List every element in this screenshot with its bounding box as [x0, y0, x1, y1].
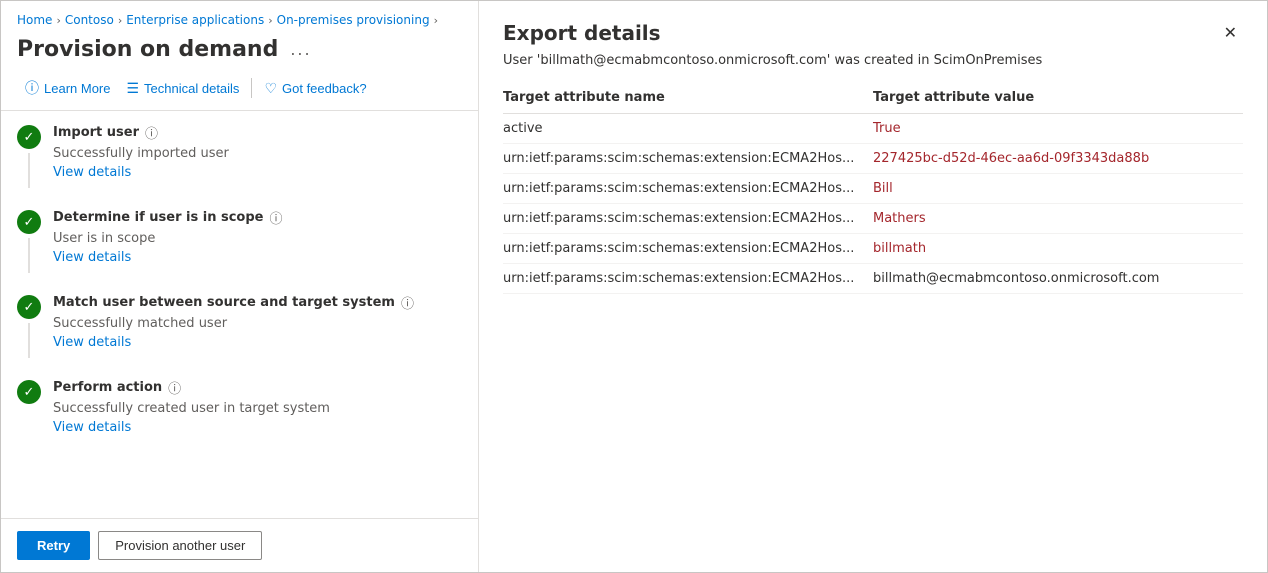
- step-info-icon-4[interactable]: ⓘ: [168, 378, 181, 397]
- step-title-2: Determine if user is in scope: [53, 210, 264, 225]
- step-line-1: [28, 153, 30, 188]
- view-details-link-2[interactable]: View details: [53, 250, 131, 265]
- step-desc-4: Successfully created user in target syst…: [53, 401, 462, 416]
- table-row: urn:ietf:params:scim:schemas:extension:E…: [503, 264, 1243, 294]
- list-icon: ☰: [126, 80, 139, 97]
- step-title-row-2: Determine if user is in scope ⓘ: [53, 208, 462, 227]
- step-info-icon-3[interactable]: ⓘ: [401, 293, 414, 312]
- table-header-row: Target attribute name Target attribute v…: [503, 84, 1243, 114]
- step-import-user: ✓ Import user ⓘ Successfully imported us…: [17, 123, 462, 188]
- step-desc-3: Successfully matched user: [53, 316, 462, 331]
- breadcrumb-sep-2: ›: [118, 14, 122, 27]
- content-area: Home › Contoso › Enterprise applications…: [1, 1, 1267, 572]
- col-header-attr-value: Target attribute value: [873, 84, 1243, 114]
- col-header-attr-name: Target attribute name: [503, 84, 873, 114]
- attr-value-cell: 227425bc-d52d-46ec-aa6d-09f3343da88b: [873, 144, 1243, 174]
- toolbar: ⓘ Learn More ☰ Technical details ♡ Got f…: [1, 70, 478, 111]
- page-title: Provision on demand: [17, 37, 278, 62]
- step-icon-col-4: ✓: [17, 378, 41, 443]
- step-content-2: Determine if user is in scope ⓘ User is …: [53, 208, 462, 273]
- export-subtitle: User 'billmath@ecmabmcontoso.onmicrosoft…: [503, 53, 1243, 68]
- step-title-3: Match user between source and target sys…: [53, 295, 395, 310]
- attr-value-cell: True: [873, 114, 1243, 144]
- step-title-4: Perform action: [53, 380, 162, 395]
- technical-details-button[interactable]: ☰ Technical details: [118, 76, 247, 101]
- attr-name-cell: urn:ietf:params:scim:schemas:extension:E…: [503, 264, 873, 294]
- close-button[interactable]: ✕: [1218, 21, 1243, 45]
- step-desc-2: User is in scope: [53, 231, 462, 246]
- provision-another-button[interactable]: Provision another user: [98, 531, 262, 560]
- step-line-2: [28, 238, 30, 273]
- step-content-4: Perform action ⓘ Successfully created us…: [53, 378, 462, 443]
- table-row: urn:ietf:params:scim:schemas:extension:E…: [503, 204, 1243, 234]
- learn-more-button[interactable]: ⓘ Learn More: [17, 74, 118, 102]
- attr-value-cell: Bill: [873, 174, 1243, 204]
- step-content-1: Import user ⓘ Successfully imported user…: [53, 123, 462, 188]
- step-info-icon-1[interactable]: ⓘ: [145, 123, 158, 142]
- step-title-row-4: Perform action ⓘ: [53, 378, 462, 397]
- breadcrumb: Home › Contoso › Enterprise applications…: [1, 1, 478, 33]
- step-match: ✓ Match user between source and target s…: [17, 293, 462, 358]
- attr-value-cell: billmath: [873, 234, 1243, 264]
- step-check-2: ✓: [17, 210, 41, 234]
- breadcrumb-sep-3: ›: [268, 14, 272, 27]
- left-panel: Home › Contoso › Enterprise applications…: [1, 1, 479, 572]
- attr-value-cell: Mathers: [873, 204, 1243, 234]
- attribute-table: Target attribute name Target attribute v…: [503, 84, 1243, 294]
- got-feedback-button[interactable]: ♡ Got feedback?: [256, 76, 374, 101]
- got-feedback-label: Got feedback?: [282, 81, 367, 96]
- ellipsis-button[interactable]: ...: [286, 38, 315, 61]
- page-title-row: Provision on demand ...: [1, 33, 478, 70]
- table-row: urn:ietf:params:scim:schemas:extension:E…: [503, 144, 1243, 174]
- step-check-3: ✓: [17, 295, 41, 319]
- step-action: ✓ Perform action ⓘ Successfully created …: [17, 378, 462, 443]
- step-icon-col-1: ✓: [17, 123, 41, 188]
- step-title-row-3: Match user between source and target sys…: [53, 293, 462, 312]
- view-details-link-1[interactable]: View details: [53, 165, 131, 180]
- breadcrumb-sep-4: ›: [434, 14, 438, 27]
- step-check-4: ✓: [17, 380, 41, 404]
- breadcrumb-current: On-premises provisioning: [277, 13, 430, 27]
- table-row: urn:ietf:params:scim:schemas:extension:E…: [503, 174, 1243, 204]
- breadcrumb-home[interactable]: Home: [17, 13, 52, 27]
- attr-name-cell: urn:ietf:params:scim:schemas:extension:E…: [503, 234, 873, 264]
- steps-area: ✓ Import user ⓘ Successfully imported us…: [1, 111, 478, 518]
- step-scope: ✓ Determine if user is in scope ⓘ User i…: [17, 208, 462, 273]
- view-details-link-4[interactable]: View details: [53, 420, 131, 435]
- attr-name-cell: active: [503, 114, 873, 144]
- export-title: Export details: [503, 21, 661, 45]
- view-details-link-3[interactable]: View details: [53, 335, 131, 350]
- right-panel: Export details ✕ User 'billmath@ecmabmco…: [479, 1, 1267, 572]
- step-icon-col-2: ✓: [17, 208, 41, 273]
- attr-name-cell: urn:ietf:params:scim:schemas:extension:E…: [503, 204, 873, 234]
- breadcrumb-sep-1: ›: [56, 14, 60, 27]
- table-row: urn:ietf:params:scim:schemas:extension:E…: [503, 234, 1243, 264]
- retry-button[interactable]: Retry: [17, 531, 90, 560]
- step-check-1: ✓: [17, 125, 41, 149]
- step-desc-1: Successfully imported user: [53, 146, 462, 161]
- breadcrumb-enterprise-apps[interactable]: Enterprise applications: [126, 13, 264, 27]
- step-line-3: [28, 323, 30, 358]
- main-window: Home › Contoso › Enterprise applications…: [0, 0, 1268, 573]
- toolbar-divider: [251, 78, 252, 98]
- learn-more-label: Learn More: [44, 81, 110, 96]
- step-info-icon-2[interactable]: ⓘ: [270, 208, 283, 227]
- right-header: Export details ✕: [503, 21, 1243, 45]
- heart-icon: ♡: [264, 80, 277, 97]
- attr-name-cell: urn:ietf:params:scim:schemas:extension:E…: [503, 144, 873, 174]
- step-title-row-1: Import user ⓘ: [53, 123, 462, 142]
- bottom-bar: Retry Provision another user: [1, 518, 478, 572]
- attr-value-cell: billmath@ecmabmcontoso.onmicrosoft.com: [873, 264, 1243, 294]
- breadcrumb-contoso[interactable]: Contoso: [65, 13, 114, 27]
- table-row: activeTrue: [503, 114, 1243, 144]
- step-title-1: Import user: [53, 125, 139, 140]
- info-circle-icon: ⓘ: [25, 78, 39, 98]
- attr-name-cell: urn:ietf:params:scim:schemas:extension:E…: [503, 174, 873, 204]
- step-content-3: Match user between source and target sys…: [53, 293, 462, 358]
- technical-details-label: Technical details: [144, 81, 239, 96]
- step-icon-col-3: ✓: [17, 293, 41, 358]
